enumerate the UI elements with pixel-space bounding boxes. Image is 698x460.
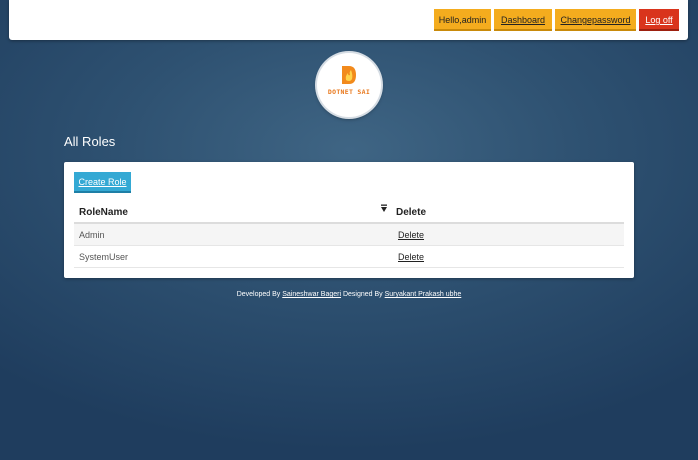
roles-panel: Create Role RoleName Delete Admin Delete… (64, 162, 634, 278)
top-navbar: Hello,admin Dashboard Changepassword Log… (9, 0, 688, 40)
delete-link[interactable]: Delete (398, 252, 424, 262)
logo-text: DOTNET SAI (327, 88, 371, 96)
column-header-delete: Delete (396, 207, 427, 218)
change-password-link[interactable]: Changepassword (555, 9, 636, 31)
create-role-button[interactable]: Create Role (74, 172, 131, 193)
footer: Developed By Saineshwar Bageri Designed … (0, 291, 698, 298)
logoff-text: Log off (645, 15, 673, 25)
column-header-rolename[interactable]: RoleName (79, 207, 128, 218)
role-name-cell: Admin (79, 230, 105, 240)
table-row: Admin Delete (74, 224, 624, 246)
table-row: SystemUser Delete (74, 246, 624, 268)
change-password-text: Changepassword (560, 15, 631, 25)
sort-icon[interactable] (380, 204, 388, 214)
hello-user-label: Hello,admin (434, 9, 491, 31)
designer-link[interactable]: Suryakant Prakash ubhe (385, 291, 462, 298)
logoff-link[interactable]: Log off (639, 9, 679, 31)
table-header: RoleName Delete (74, 200, 624, 224)
page-title: All Roles (64, 134, 116, 149)
delete-link[interactable]: Delete (398, 230, 424, 240)
d-flame-logo-icon (342, 66, 356, 84)
dashboard-link[interactable]: Dashboard (494, 9, 552, 31)
hello-text: Hello,admin (438, 15, 487, 25)
role-name-cell: SystemUser (79, 252, 129, 262)
site-logo: DOTNET SAI (317, 53, 381, 117)
dashboard-text: Dashboard (500, 15, 546, 25)
developed-by-label: Developed By (236, 291, 281, 298)
developer-link[interactable]: Saineshwar Bageri (282, 291, 341, 298)
designed-by-label: Designed By (342, 291, 383, 298)
